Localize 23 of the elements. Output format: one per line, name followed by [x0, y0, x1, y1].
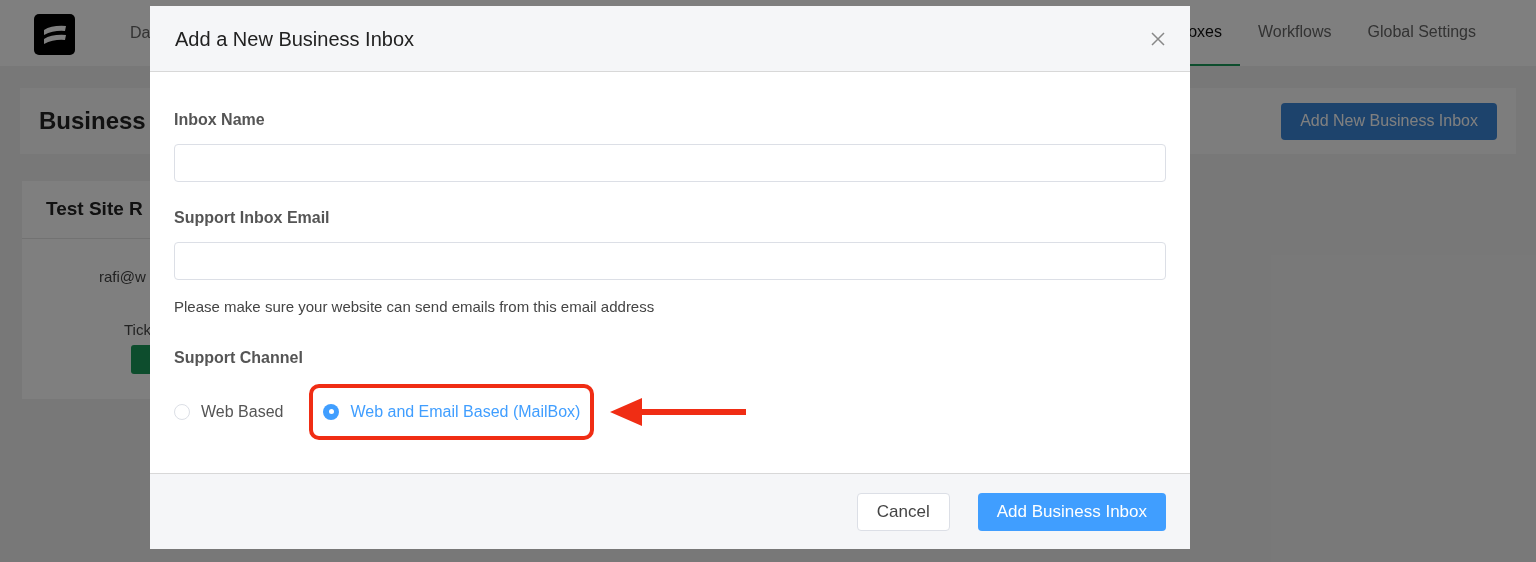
dialog-title: Add a New Business Inbox [175, 26, 415, 52]
tickets-label: Tick [124, 319, 151, 340]
close-icon[interactable] [1151, 31, 1165, 46]
nav-link[interactable]: Da [130, 21, 151, 45]
page-title: Business [39, 106, 146, 136]
radio-option[interactable]: Web Based [174, 399, 284, 424]
field-label: Support Channel [174, 347, 304, 368]
email-text: rafi@w [99, 267, 146, 287]
help-text: Please make sure your website can send emails from this email address [174, 297, 656, 317]
submit-button[interactable]: Add Business Inbox [977, 492, 1166, 531]
add-inbox-button[interactable]: Add New Business Inbox [1281, 102, 1497, 140]
logo-icon [34, 14, 75, 55]
cancel-button[interactable]: Cancel [856, 492, 950, 531]
radio-option[interactable]: Web and Email Based (MailBox) [323, 399, 581, 424]
input-field[interactable] [174, 144, 1166, 182]
nav-tab[interactable]: Global Settings [1349, 0, 1494, 66]
input-field[interactable] [174, 242, 1166, 280]
radio-icon[interactable] [323, 403, 340, 420]
card-title: Test Site R [46, 197, 143, 222]
field-label: Inbox Name [174, 110, 266, 130]
field-label: Support Inbox Email [174, 208, 331, 228]
radio-icon[interactable] [174, 403, 190, 420]
nav-tab[interactable]: Workflows [1240, 0, 1350, 66]
